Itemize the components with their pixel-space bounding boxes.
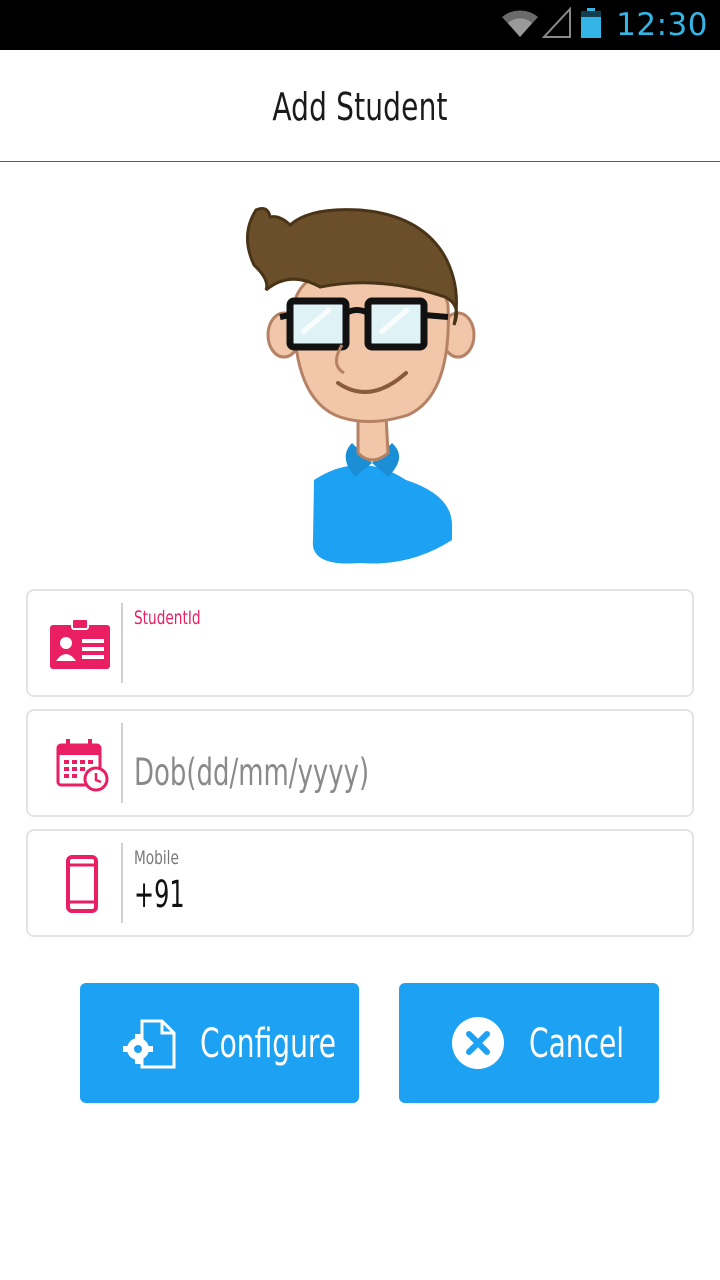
battery-icon — [580, 7, 602, 43]
status-bar: 12:30 — [0, 0, 720, 50]
cancel-button[interactable]: Cancel — [399, 983, 659, 1103]
status-time: 12:30 — [616, 7, 708, 43]
signal-icon — [541, 6, 572, 43]
close-circle-icon — [451, 1016, 505, 1074]
field-divider — [121, 723, 123, 803]
page-title: Add Student — [272, 85, 448, 129]
id-card-icon — [44, 615, 116, 675]
student-avatar — [230, 195, 490, 567]
mobile-field[interactable]: Mobile +91 — [26, 829, 694, 937]
document-gear-icon — [122, 1015, 178, 1075]
configure-button[interactable]: Configure — [80, 983, 359, 1103]
app-header: Add Student — [0, 50, 720, 162]
mobile-label: Mobile — [134, 847, 179, 869]
student-id-field[interactable]: StudentId — [26, 589, 694, 697]
calendar-clock-icon — [44, 735, 116, 795]
student-id-label: StudentId — [134, 607, 201, 629]
status-icons: 12:30 — [500, 0, 708, 50]
phone-icon — [44, 855, 116, 915]
field-divider — [121, 603, 123, 683]
wifi-icon — [500, 7, 540, 43]
mobile-input[interactable]: +91 — [134, 873, 185, 916]
configure-label: Configure — [200, 1021, 337, 1067]
dob-input[interactable]: Dob(dd/mm/yyyy) — [134, 751, 369, 794]
cancel-label: Cancel — [529, 1021, 625, 1067]
field-divider — [121, 843, 123, 923]
dob-field[interactable]: Dob(dd/mm/yyyy) — [26, 709, 694, 817]
